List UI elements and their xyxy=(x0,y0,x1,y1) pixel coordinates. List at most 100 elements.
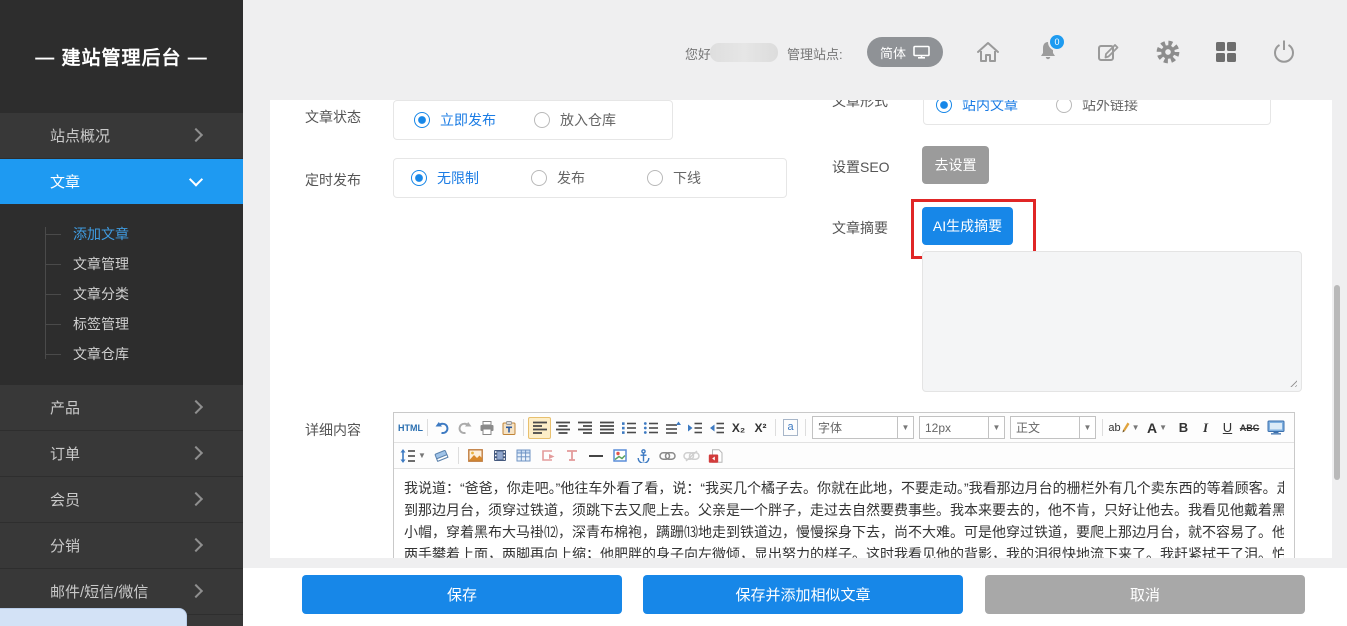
italic-button[interactable]: I xyxy=(1195,417,1216,439)
save-button[interactable]: 保存 xyxy=(302,575,622,614)
sidebar-item-articles[interactable]: 文章 xyxy=(0,159,243,205)
export-pdf-button[interactable] xyxy=(705,445,726,467)
redo-button[interactable] xyxy=(454,417,475,439)
settings-button[interactable] xyxy=(1155,39,1181,70)
editor-content[interactable]: 我说道：“爸爸，你走吧。”他往车外看了看，说：“我买几个橘子去。你就在此地，不要… xyxy=(394,469,1294,558)
submenu-item-add-article[interactable]: 添加文章 xyxy=(0,219,243,249)
footer-action-bar: 保存 保存并添加相似文章 取消 xyxy=(243,568,1347,626)
html-source-button[interactable]: HTML xyxy=(398,417,423,439)
fullscreen-button[interactable] xyxy=(1265,417,1286,439)
caret-down-icon: ▼ xyxy=(1079,417,1095,438)
ordered-list-button[interactable] xyxy=(618,417,639,439)
radio-label[interactable]: 站内文章 xyxy=(962,100,1018,115)
align-left-button[interactable] xyxy=(528,417,551,439)
paragraph-format-select[interactable]: 正文▼ xyxy=(1010,416,1096,439)
radio-publish-now[interactable] xyxy=(414,112,430,128)
summary-label: 文章摘要 xyxy=(832,218,888,238)
content-line: 小帽，穿着黑布大马褂⑿，深青布棉袍，蹒跚⒀地走到铁道边，慢慢探身下去，尚不大难。… xyxy=(404,521,1284,543)
power-icon xyxy=(1272,39,1296,65)
indent-button[interactable] xyxy=(684,417,705,439)
radio-no-limit[interactable] xyxy=(411,170,427,186)
compose-button[interactable] xyxy=(1096,40,1120,69)
radio-to-warehouse[interactable] xyxy=(534,112,550,128)
sidebar-item-label: 订单 xyxy=(50,443,80,464)
font-color-button[interactable]: A▼ xyxy=(1142,417,1172,439)
radio-label[interactable]: 站外链接 xyxy=(1082,100,1138,115)
radio-label[interactable]: 立即发布 xyxy=(440,110,496,130)
submenu-item-article-category[interactable]: 文章分类 xyxy=(0,279,243,309)
sidebar-item-products[interactable]: 产品 xyxy=(0,385,243,431)
eraser-button[interactable] xyxy=(431,445,452,467)
sidebar-item-orders[interactable]: 订单 xyxy=(0,431,243,477)
font-size-select[interactable]: 12px▼ xyxy=(919,416,1005,439)
align-right-button[interactable] xyxy=(574,417,595,439)
undo-button[interactable] xyxy=(432,417,453,439)
sidebar-item-site-overview[interactable]: 站点概况 xyxy=(0,113,243,159)
submenu-item-article-manage[interactable]: 文章管理 xyxy=(0,249,243,279)
font-family-select[interactable]: 字体▼ xyxy=(812,416,914,439)
ai-generate-summary-button[interactable]: AI生成摘要 xyxy=(922,207,1013,245)
logout-button[interactable] xyxy=(1272,39,1296,70)
cancel-button[interactable]: 取消 xyxy=(985,575,1305,614)
line-height-button[interactable]: ▼ xyxy=(398,445,428,467)
char-border-button[interactable]: a xyxy=(780,417,801,439)
sidebar-item-label: 邮件/短信/微信 xyxy=(50,581,148,602)
sidebar-item-distribution[interactable]: 分销 xyxy=(0,523,243,569)
content-line: 两手攀着上面，两脚再向上缩；他肥胖的身子向左微倾，显出努力的样子。这时我看见他的… xyxy=(404,543,1284,558)
insert-video-button[interactable] xyxy=(489,445,510,467)
insert-column-button[interactable] xyxy=(561,445,582,467)
justify-button[interactable] xyxy=(596,417,617,439)
radio-label[interactable]: 放入仓库 xyxy=(560,110,616,130)
home-button[interactable] xyxy=(975,40,1001,69)
radio-internal-article[interactable] xyxy=(936,100,952,113)
save-and-add-similar-button[interactable]: 保存并添加相似文章 xyxy=(643,575,963,614)
align-center-button[interactable] xyxy=(552,417,573,439)
underline-button[interactable]: U xyxy=(1217,417,1238,439)
rich-text-editor: HTML X₂ X² a 字体 xyxy=(393,412,1295,558)
horizontal-rule-button[interactable] xyxy=(585,445,606,467)
strikethrough-button[interactable]: ABC xyxy=(1239,417,1260,439)
editor-toolbar-row1: HTML X₂ X² a 字体 xyxy=(394,413,1294,443)
superscript-button[interactable]: X² xyxy=(750,417,771,439)
outdent-button[interactable] xyxy=(706,417,727,439)
caret-down-icon: ▼ xyxy=(988,417,1004,438)
language-switch-button[interactable]: 简体 xyxy=(867,37,943,67)
radio-label[interactable]: 下线 xyxy=(673,168,701,188)
apps-grid-button[interactable] xyxy=(1215,41,1237,68)
notifications-button[interactable]: 0 xyxy=(1036,39,1060,68)
anchor-button[interactable] xyxy=(633,445,654,467)
bold-button[interactable]: B xyxy=(1173,417,1194,439)
paragraph-spacing-button[interactable] xyxy=(662,417,683,439)
insert-image-button[interactable] xyxy=(465,445,486,467)
unordered-list-button[interactable] xyxy=(640,417,661,439)
submenu-item-tag-manage[interactable]: 标签管理 xyxy=(0,309,243,339)
scheduled-publish-label: 定时发布 xyxy=(305,170,361,190)
radio-label[interactable]: 无限制 xyxy=(437,168,479,188)
chevron-right-icon xyxy=(189,491,203,505)
page-scrollbar-thumb[interactable] xyxy=(1334,285,1340,480)
insert-table-button[interactable] xyxy=(513,445,534,467)
summary-textarea[interactable] xyxy=(922,251,1302,392)
browser-status-tooltip xyxy=(0,608,187,626)
manage-site-label: 管理站点: xyxy=(787,44,843,63)
admin-backend-page: — 建站管理后台 — 站点概况 文章 添加文章 文章管理 文章分类 标签管理 文… xyxy=(0,0,1347,626)
submenu-item-article-warehouse[interactable]: 文章仓库 xyxy=(0,339,243,369)
insert-frame-button[interactable] xyxy=(537,445,558,467)
unlink-button[interactable] xyxy=(681,445,702,467)
caret-down-icon: ▼ xyxy=(897,417,913,438)
insert-map-button[interactable] xyxy=(609,445,630,467)
subscript-button[interactable]: X₂ xyxy=(728,417,749,439)
radio-offline[interactable] xyxy=(647,170,663,186)
radio-label[interactable]: 发布 xyxy=(557,168,585,188)
sidebar-item-members[interactable]: 会员 xyxy=(0,477,243,523)
settings-gear-icon xyxy=(1155,39,1181,65)
paste-text-button[interactable] xyxy=(498,417,519,439)
link-button[interactable] xyxy=(657,445,678,467)
radio-external-link[interactable] xyxy=(1056,100,1072,113)
highlight-color-button[interactable]: ab▼ xyxy=(1107,417,1141,439)
print-button[interactable] xyxy=(476,417,497,439)
seo-setup-button[interactable]: 去设置 xyxy=(922,146,989,184)
submenu-label: 标签管理 xyxy=(73,316,129,332)
compose-icon xyxy=(1096,40,1120,64)
radio-publish[interactable] xyxy=(531,170,547,186)
